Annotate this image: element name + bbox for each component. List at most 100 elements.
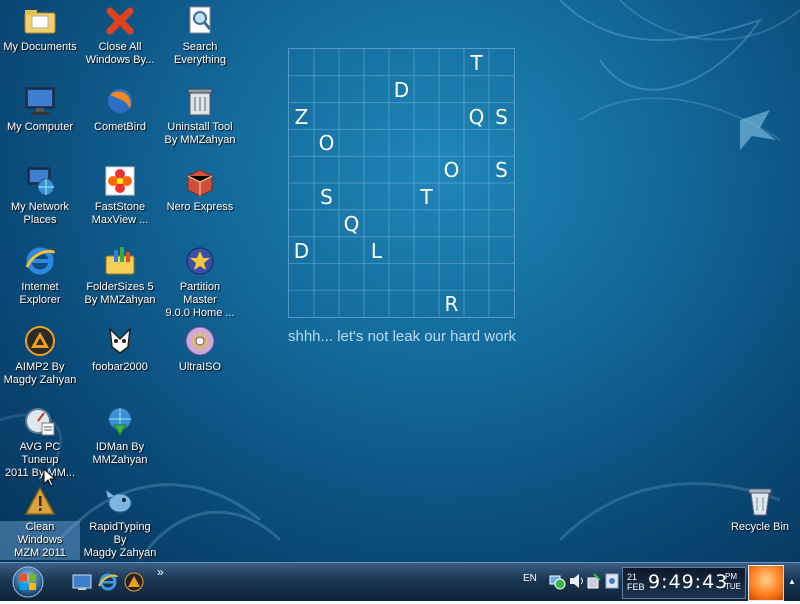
desktop-icon-rapidtyping[interactable]: RapidTyping By Magdy Zahyan [80,482,160,560]
desktop-icon-my-documents[interactable]: My Documents [0,2,80,80]
ie-logo-icon [23,244,57,278]
desktop-icon-nero-express[interactable]: Nero Express [160,162,240,240]
desktop-icon-ultraiso[interactable]: UltraISO [160,322,240,400]
safely-remove-icon[interactable] [586,572,602,590]
puzzle-letter: T [420,185,433,209]
desktop-icon-my-network-places[interactable]: My Network Places [0,162,80,240]
clock-period: PM [725,572,737,581]
desktop-icon-search-everything[interactable]: Search Everything [160,2,240,80]
desktop-icon-internet-explorer[interactable]: Internet Explorer [0,242,80,320]
taskbar-scroll-arrows[interactable]: ▲ [786,567,798,597]
icon-label: Nero Express [166,201,234,213]
icon-label: CometBird [94,121,146,133]
volume-icon[interactable] [568,572,584,590]
icon-label: RapidTyping By Magdy Zahyan [83,521,157,559]
desktop-icon-uninstall-tool[interactable]: Uninstall Tool By MMZahyan [160,82,240,160]
desktop-icon-clean-windows[interactable]: Clean Windows MZM 2011 [0,482,80,560]
puzzle-letter: D [293,238,310,263]
icon-label: UltraISO [178,361,222,373]
desktop-icon-aimp2[interactable]: AIMP2 By Magdy Zahyan [0,322,80,400]
recycle-bin-icon [743,484,777,518]
fish-silhouette-icon [740,110,776,150]
red-x-icon [103,4,137,38]
icon-label: Recycle Bin [730,521,790,533]
icon-label: FastStone MaxView ... [91,201,149,226]
quicklaunch-internet-explorer[interactable] [98,572,118,592]
start-button[interactable] [8,565,48,599]
desktop-icon-avg-pc-tuneup[interactable]: AVG PC Tuneup 2011 By MM... [0,402,80,480]
puzzle-letter: Q [468,104,485,129]
show-desktop-icon [72,574,92,590]
puzzle-letter: O [318,131,335,156]
aimp-icon [124,572,144,592]
icon-label: AVG PC Tuneup 2011 By MM... [4,441,76,479]
quicklaunch-overflow-chevron[interactable]: » [157,565,164,579]
windows-orb-icon [12,566,44,598]
gauge-icon [23,404,57,438]
icon-label: My Documents [3,41,77,53]
mouse-cursor-icon [43,468,57,487]
desktop-icon-my-computer[interactable]: My Computer [0,82,80,160]
puzzle-letter: Q [343,211,360,236]
icon-label: Search Everything [174,41,226,66]
quicklaunch-aimp[interactable] [124,572,144,592]
desktop-icon-faststone-maxview[interactable]: FastStone MaxView ... [80,162,160,240]
desktop-icon-recycle-bin[interactable]: Recycle Bin [720,482,800,560]
nero-box-icon [183,164,217,198]
folder-documents-icon [23,4,57,38]
wallpaper-caption: shhh... let's not leak our hard work [288,328,516,345]
magnifier-document-icon [183,4,217,38]
flower-viewer-icon [103,164,137,198]
quicklaunch-show-desktop[interactable] [72,572,92,592]
partition-star-icon [183,244,217,278]
puzzle-letter: S [320,185,333,209]
taskbar: » EN 21 FEB 9:49:43 PM TUE ▲ [0,562,800,601]
browser-globe-icon [103,84,137,118]
desktop-icon-foldersizes[interactable]: FolderSizes 5 By MMZahyan [80,242,160,320]
letter-puzzle-grid: TDZQSOOSSTQDLR [288,48,515,318]
icon-label: foobar2000 [92,361,148,373]
clock-day: 21 [627,572,638,582]
puzzle-letter: Z [294,104,309,129]
taskbar-clock[interactable]: 21 FEB 9:49:43 PM TUE [622,567,746,599]
system-tray: EN [518,567,620,597]
trash-can-icon [183,84,217,118]
user-tile-show-desktop[interactable] [748,565,784,601]
desktop-icon-cometbird[interactable]: CometBird [80,82,160,160]
icon-label: Internet Explorer [19,281,61,306]
clock-month: FEB [627,582,645,592]
icon-label: FolderSizes 5 By MMZahyan [84,281,156,306]
icon-label: Close All Windows By... [85,41,155,66]
desktop-icon-close-all-windows[interactable]: Close All Windows By... [80,2,160,80]
desktop-icon-partition-master[interactable]: Partition Master 9.0.0 Home ... [160,242,240,320]
puzzle-letter: S [495,104,508,129]
clock-weekday: TUE [725,582,741,591]
puzzle-letter: O [443,158,460,183]
warning-triangle-icon [23,484,57,518]
clock-ampm: PM TUE [725,572,741,592]
monitor-icon [23,84,57,118]
icon-label: Partition Master 9.0.0 Home ... [165,281,235,319]
puzzle-letter: S [495,158,508,183]
security-icon[interactable] [604,572,620,590]
ie-logo-icon [98,573,118,591]
puzzle-letter: R [444,292,459,317]
network-icon[interactable] [548,572,566,590]
aimp-triangle-icon [23,324,57,358]
foobar-logo-icon [103,324,137,358]
folder-chart-icon [103,244,137,278]
desktop-icon-idman[interactable]: IDMan By MMZahyan [80,402,160,480]
desktop[interactable]: My Documents My Computer My Network Plac… [0,0,800,562]
icon-label: IDMan By MMZahyan [92,441,148,466]
network-globe-icon [23,164,57,198]
disc-icon [183,324,217,358]
globe-arrow-icon [103,404,137,438]
icon-label: AIMP2 By Magdy Zahyan [3,361,77,386]
language-indicator[interactable]: EN [523,573,537,584]
icon-label: My Network Places [10,201,70,226]
clock-time: 9:49:43 [648,571,729,593]
icon-label: Clean Windows MZM 2011 [0,521,80,560]
puzzle-letter: D [393,77,410,102]
puzzle-letter: T [470,51,483,75]
desktop-icon-foobar2000[interactable]: foobar2000 [80,322,160,400]
